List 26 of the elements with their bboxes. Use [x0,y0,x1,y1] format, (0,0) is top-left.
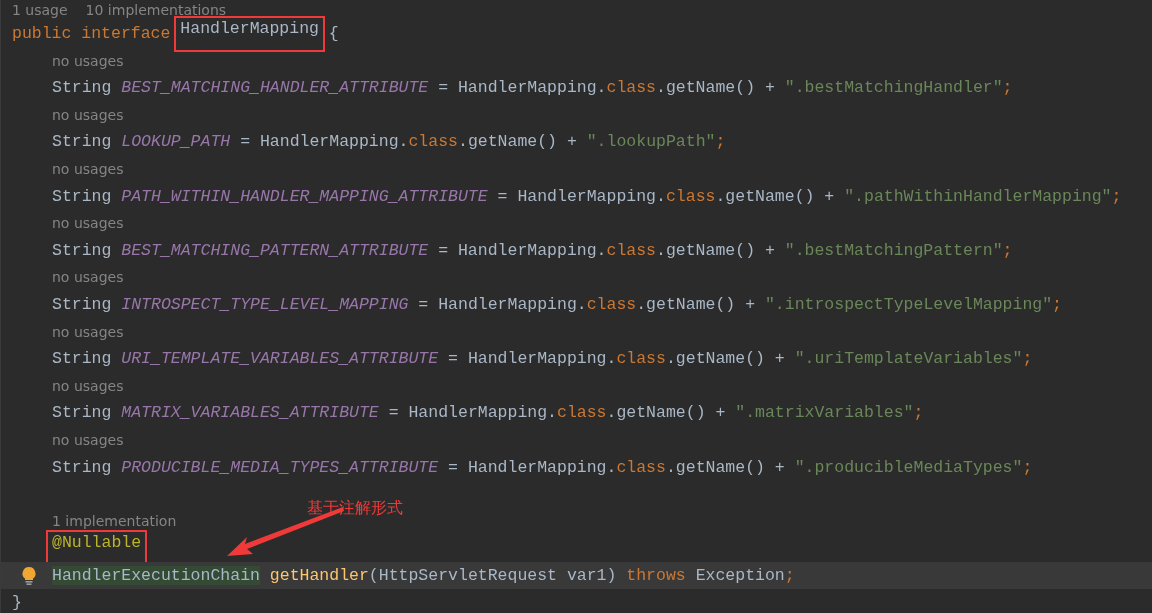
code-line: String PRODUCIBLE_MEDIA_TYPES_ATTRIBUTE = HandlerMapping.class.getName() + ".producibleMediaTypes"; [52,457,1033,477]
code-text: getHandler(HttpServletRequest var1) throws Exception; [268,565,795,585]
usage-hint[interactable]: no usages [52,106,124,123]
code-text: } [12,593,22,612]
code-text: public interface [12,24,172,44]
usage-hint[interactable]: no usages [52,161,124,177]
code-line: String URI_TEMPLATE_VARIABLES_ATTRIBUTE = HandlerMapping.class.getName() + ".uriTemplateVariables"; [52,349,1033,369]
usage-hint[interactable]: 10 implementations [85,2,227,18]
usage-hint[interactable]: no usages [52,377,124,394]
code-line: String BEST_MATCHING_HANDLER_ATTRIBUTE = HandlerMapping.class.getName() + ".bestMatchingHandler"; [52,78,1013,98]
usage-hint[interactable]: no usages [52,431,124,448]
lightbulb-icon[interactable] [20,565,38,586]
code-line: String PATH_WITHIN_HANDLER_MAPPING_ATTRIBUTE = HandlerMapping.class.getName() + ".pathWithinHandlerMapping"; [52,186,1122,206]
usage-hint[interactable]: no usages [52,52,124,69]
usage-hint[interactable]: no usages [52,323,124,340]
code-line: String BEST_MATCHING_PATTERN_ATTRIBUTE = HandlerMapping.class.getName() + ".bestMatchingPattern"; [52,240,1013,260]
usage-hint[interactable]: 1 usage [12,2,68,18]
code-text: HandlerExecutionChain [52,565,260,585]
code-line: String INTROSPECT_TYPE_LEVEL_MAPPING = HandlerMapping.class.getName() + ".introspectTypeLevelMapping"; [52,295,1062,314]
code-line: String LOOKUP_PATH = HandlerMapping.class.getName() + ".lookupPath"; [52,132,726,152]
code-line: String MATRIX_VARIABLES_ATTRIBUTE = HandlerMapping.class.getName() + ".matrixVariables"; [52,403,924,423]
highlight-box: HandlerMapping [174,15,325,52]
usage-hint[interactable]: no usages [52,215,124,232]
usage-hint[interactable]: no usages [52,269,124,286]
usage-hint[interactable]: 1 implementation [52,513,177,530]
code-text: { [327,24,339,44]
